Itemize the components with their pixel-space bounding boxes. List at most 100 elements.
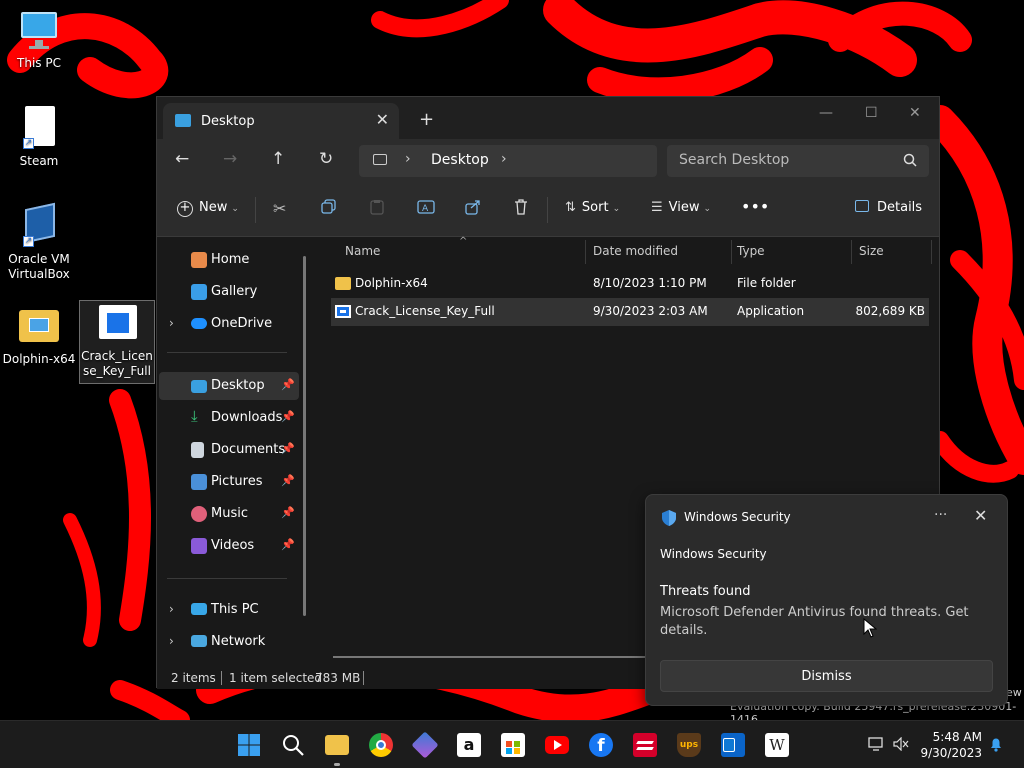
- desktop-icon-virtualbox[interactable]: ↗ Oracle VM VirtualBox: [1, 202, 77, 282]
- download-icon: ⤓: [191, 407, 198, 425]
- sidebar-item-desktop[interactable]: Desktop 📌: [159, 372, 299, 400]
- sidebar-item-home[interactable]: Home: [159, 246, 299, 274]
- address-bar[interactable]: › Desktop ›: [359, 145, 657, 177]
- system-clock[interactable]: 5:48 AM 9/30/2023: [920, 729, 982, 761]
- mouse-cursor-icon: [863, 618, 877, 638]
- maximize-button[interactable]: ☐: [865, 105, 878, 121]
- breadcrumb-desktop[interactable]: Desktop: [431, 152, 489, 168]
- new-tab-button[interactable]: +: [419, 109, 434, 130]
- close-tab-icon[interactable]: ✕: [376, 110, 389, 129]
- command-bar: + New ⌄ ✂ A ⇅ Sort ⌄ ☰ View ⌄ ••• Details: [157, 183, 939, 237]
- details-button[interactable]: Details: [855, 200, 922, 215]
- wikipedia-icon[interactable]: W: [765, 733, 789, 757]
- close-window-button[interactable]: ✕: [909, 105, 921, 121]
- sidebar-item-pictures[interactable]: Pictures 📌: [159, 468, 299, 496]
- notification-body[interactable]: Microsoft Defender Antivirus found threa…: [660, 604, 980, 640]
- chrome-icon[interactable]: [369, 733, 393, 757]
- desktop-icon-this-pc[interactable]: This PC: [1, 8, 77, 71]
- delete-icon[interactable]: [513, 199, 529, 219]
- sort-button[interactable]: ⇅ Sort ⌄: [565, 200, 620, 215]
- computer-icon: [373, 154, 387, 165]
- desktop-icon-crack-license[interactable]: Crack_License_Key_Full: [79, 300, 155, 384]
- sidebar-item-music[interactable]: Music 📌: [159, 500, 299, 528]
- desktop-icon-steam[interactable]: ↗ Steam: [1, 106, 77, 169]
- more-options-icon[interactable]: ···: [934, 507, 947, 523]
- new-button[interactable]: + New ⌄: [177, 200, 239, 217]
- start-button[interactable]: [237, 733, 261, 757]
- sidebar-item-network[interactable]: › Network: [159, 628, 299, 656]
- share-icon[interactable]: [465, 199, 481, 219]
- dismiss-button[interactable]: Dismiss: [660, 660, 993, 692]
- home-icon: [191, 252, 207, 268]
- chevron-right-icon[interactable]: ›: [169, 316, 174, 330]
- sidebar-item-downloads[interactable]: ⤓ Downloads 📌: [159, 404, 299, 432]
- sidebar-item-label: Downloads: [211, 410, 283, 425]
- copy-icon[interactable]: [321, 199, 337, 219]
- forward-button[interactable]: →: [223, 149, 237, 169]
- facebook-icon[interactable]: f: [589, 733, 613, 757]
- new-label: New: [199, 200, 228, 215]
- title-bar[interactable]: Desktop ✕ + — ☐ ✕: [157, 97, 939, 139]
- search-button[interactable]: [281, 733, 305, 757]
- close-icon[interactable]: ✕: [974, 506, 987, 525]
- horizontal-scrollbar[interactable]: [333, 656, 653, 658]
- paste-icon[interactable]: [369, 199, 385, 219]
- pin-icon[interactable]: 📌: [281, 506, 295, 519]
- pin-icon[interactable]: 📌: [281, 442, 295, 455]
- pin-icon[interactable]: 📌: [281, 378, 295, 391]
- search-box[interactable]: [667, 145, 929, 177]
- more-options-icon[interactable]: •••: [741, 197, 769, 216]
- file-explorer-taskbar-icon[interactable]: [325, 735, 349, 755]
- notification-bell-icon[interactable]: [988, 736, 1004, 756]
- gallery-icon: [191, 284, 207, 300]
- sidebar-item-videos[interactable]: Videos 📌: [159, 532, 299, 560]
- view-button[interactable]: ☰ View ⌄: [651, 200, 711, 215]
- desktop-icon-label: Steam: [19, 154, 59, 168]
- chevron-right-icon[interactable]: ›: [501, 151, 507, 167]
- divider: [221, 671, 222, 685]
- column-header-size[interactable]: Size: [859, 244, 884, 258]
- divider: [167, 352, 287, 353]
- cut-icon[interactable]: ✂: [273, 199, 286, 218]
- file-row[interactable]: Dolphin-x64 8/10/2023 1:10 PM File folde…: [331, 270, 929, 298]
- sidebar-item-this-pc[interactable]: › This PC: [159, 596, 299, 624]
- copilot-icon[interactable]: [411, 731, 439, 759]
- outlook-icon[interactable]: [721, 733, 745, 757]
- refresh-button[interactable]: ↻: [319, 149, 333, 169]
- back-button[interactable]: ←: [175, 149, 189, 169]
- desktop-icon-dolphin[interactable]: Dolphin-x64: [1, 304, 77, 367]
- store-icon[interactable]: [501, 733, 525, 757]
- sidebar-item-gallery[interactable]: Gallery: [159, 278, 299, 306]
- sidebar-item-onedrive[interactable]: › OneDrive: [159, 310, 299, 338]
- search-input[interactable]: [679, 152, 889, 168]
- column-header-name[interactable]: Name: [345, 244, 380, 258]
- active-indicator: [334, 763, 340, 766]
- sort-icon: ⇅: [565, 200, 576, 215]
- chevron-right-icon[interactable]: ›: [169, 602, 174, 616]
- details-pane-icon: [855, 200, 869, 212]
- ups-icon[interactable]: ups: [677, 733, 701, 757]
- display-icon[interactable]: [868, 736, 884, 755]
- pin-icon[interactable]: 📌: [281, 538, 295, 551]
- youtube-icon[interactable]: [545, 736, 569, 754]
- sidebar-scrollbar[interactable]: [303, 256, 306, 616]
- up-button[interactable]: ↑: [271, 149, 285, 169]
- search-icon[interactable]: [903, 153, 917, 167]
- minimize-button[interactable]: —: [819, 105, 833, 121]
- security-notification[interactable]: Windows Security ··· ✕ Windows Security …: [645, 494, 1008, 706]
- column-header-date[interactable]: Date modified: [593, 244, 678, 258]
- pin-icon[interactable]: 📌: [281, 474, 295, 487]
- file-shortcut-icon: ↗: [15, 106, 63, 150]
- build-watermark-tail: ew: [1006, 686, 1022, 699]
- rename-icon[interactable]: A: [417, 199, 435, 219]
- bank-of-america-icon[interactable]: [633, 733, 657, 757]
- sidebar-item-documents[interactable]: Documents 📌: [159, 436, 299, 464]
- pin-icon[interactable]: 📌: [281, 410, 295, 423]
- file-row[interactable]: Crack_License_Key_Full 9/30/2023 2:03 AM…: [331, 298, 929, 326]
- amazon-icon[interactable]: a: [457, 733, 481, 757]
- tab-desktop[interactable]: Desktop ✕: [163, 103, 399, 139]
- column-header-type[interactable]: Type: [737, 244, 765, 258]
- notification-app-name: Windows Security: [684, 510, 791, 524]
- chevron-right-icon[interactable]: ›: [169, 634, 174, 648]
- volume-muted-icon[interactable]: [893, 736, 909, 755]
